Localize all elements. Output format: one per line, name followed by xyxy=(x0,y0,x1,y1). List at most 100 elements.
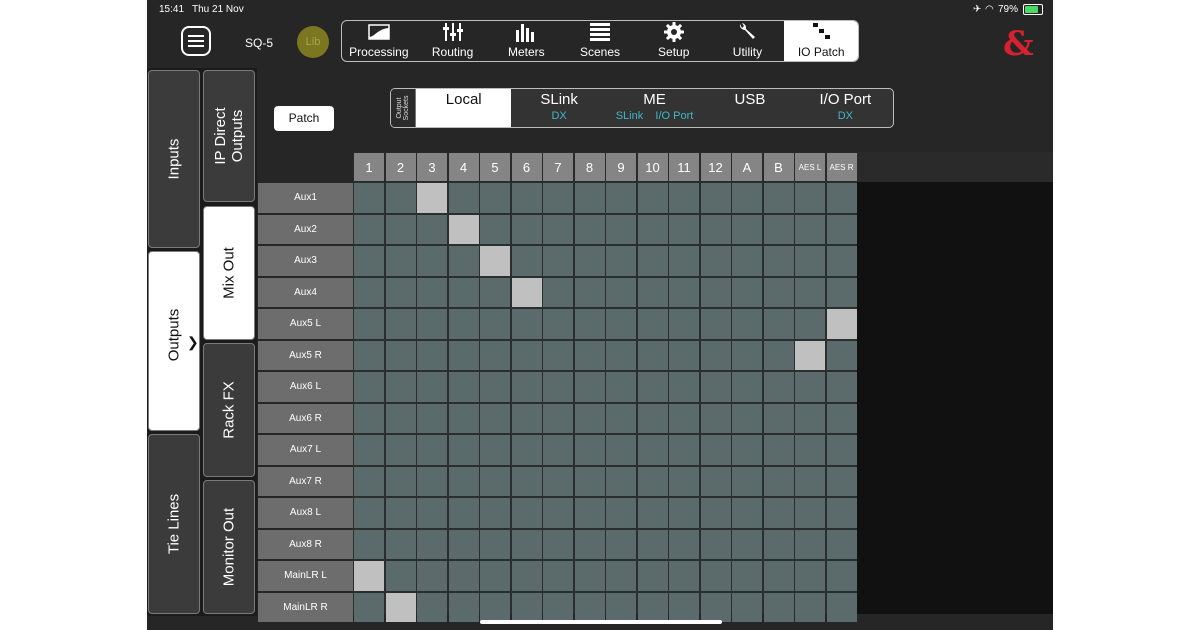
patch-cell[interactable] xyxy=(700,592,731,622)
patch-cell[interactable] xyxy=(700,214,731,244)
patch-cell[interactable] xyxy=(763,529,794,559)
patch-cell[interactable] xyxy=(637,277,668,307)
patch-cell[interactable] xyxy=(669,246,699,276)
patch-cell[interactable] xyxy=(574,466,605,496)
patch-cell[interactable] xyxy=(448,592,479,622)
patch-cell-active[interactable] xyxy=(826,309,857,339)
patch-cell[interactable] xyxy=(669,309,699,339)
patch-cell[interactable] xyxy=(511,372,542,402)
patch-cell[interactable] xyxy=(543,340,573,370)
patch-cell[interactable] xyxy=(700,466,731,496)
patch-cell[interactable] xyxy=(354,592,384,622)
patch-cell[interactable] xyxy=(669,466,699,496)
patch-cell[interactable] xyxy=(732,183,762,213)
patch-cell[interactable] xyxy=(574,277,605,307)
patch-cell[interactable] xyxy=(543,403,573,433)
patch-cell[interactable] xyxy=(795,183,825,213)
patch-cell[interactable] xyxy=(637,529,668,559)
patch-cell[interactable] xyxy=(826,435,857,465)
patch-cell[interactable] xyxy=(826,403,857,433)
patch-cell[interactable] xyxy=(511,246,542,276)
patch-cell[interactable] xyxy=(543,309,573,339)
patch-cell[interactable] xyxy=(354,529,384,559)
patch-cell[interactable] xyxy=(826,183,857,213)
patch-cell[interactable] xyxy=(669,277,699,307)
patch-cell[interactable] xyxy=(354,309,384,339)
patch-cell[interactable] xyxy=(606,498,636,528)
socket-tab-slink[interactable]: SLink DX xyxy=(511,89,606,127)
nav-tie-lines[interactable]: Tie Lines xyxy=(148,434,200,614)
patch-cell[interactable] xyxy=(606,561,636,591)
patch-cell[interactable] xyxy=(732,340,762,370)
patch-cell[interactable] xyxy=(732,529,762,559)
nav-inputs[interactable]: Inputs xyxy=(148,70,200,248)
socket-tab-me[interactable]: ME SLink I/O Port xyxy=(607,89,702,127)
patch-cell[interactable] xyxy=(417,529,447,559)
patch-cell[interactable] xyxy=(354,403,384,433)
patch-cell[interactable] xyxy=(763,435,794,465)
patch-cell[interactable] xyxy=(480,561,510,591)
patch-cell[interactable] xyxy=(795,529,825,559)
patch-cell[interactable] xyxy=(763,498,794,528)
patch-cell[interactable] xyxy=(354,372,384,402)
patch-button[interactable]: Patch xyxy=(274,106,334,131)
patch-cell[interactable] xyxy=(543,183,573,213)
patch-cell[interactable] xyxy=(732,498,762,528)
patch-cell[interactable] xyxy=(763,246,794,276)
patch-cell[interactable] xyxy=(669,529,699,559)
patch-cell[interactable] xyxy=(448,435,479,465)
patch-cell[interactable] xyxy=(417,466,447,496)
patch-cell[interactable] xyxy=(763,277,794,307)
patch-cell[interactable] xyxy=(826,561,857,591)
patch-cell[interactable] xyxy=(606,246,636,276)
patch-cell[interactable] xyxy=(795,561,825,591)
patch-cell[interactable] xyxy=(732,246,762,276)
patch-cell-active[interactable] xyxy=(511,277,542,307)
patch-cell[interactable] xyxy=(385,498,416,528)
patch-cell[interactable] xyxy=(574,592,605,622)
patch-cell[interactable] xyxy=(417,498,447,528)
patch-cell[interactable] xyxy=(669,214,699,244)
patch-cell[interactable] xyxy=(574,498,605,528)
patch-cell[interactable] xyxy=(511,214,542,244)
patch-cell[interactable] xyxy=(669,435,699,465)
patch-cell[interactable] xyxy=(385,435,416,465)
patch-cell[interactable] xyxy=(480,183,510,213)
patch-cell[interactable] xyxy=(511,592,542,622)
patch-cell[interactable] xyxy=(732,435,762,465)
nav-outputs[interactable]: Outputs ❯ xyxy=(148,251,200,431)
tab-routing[interactable]: Routing xyxy=(416,21,490,61)
patch-cell[interactable] xyxy=(606,466,636,496)
patch-cell[interactable] xyxy=(543,435,573,465)
patch-cell[interactable] xyxy=(354,214,384,244)
patch-cell[interactable] xyxy=(606,435,636,465)
patch-cell[interactable] xyxy=(417,277,447,307)
patch-cell[interactable] xyxy=(637,309,668,339)
patch-cell[interactable] xyxy=(480,214,510,244)
patch-cell[interactable] xyxy=(480,529,510,559)
patch-cell[interactable] xyxy=(574,340,605,370)
patch-cell[interactable] xyxy=(448,498,479,528)
patch-cell[interactable] xyxy=(763,309,794,339)
patch-cell[interactable] xyxy=(417,403,447,433)
patch-cell[interactable] xyxy=(417,372,447,402)
patch-cell[interactable] xyxy=(543,466,573,496)
socket-tab-local[interactable]: Local xyxy=(416,89,512,127)
patch-cell[interactable] xyxy=(354,435,384,465)
patch-cell[interactable] xyxy=(354,340,384,370)
patch-cell[interactable] xyxy=(637,340,668,370)
patch-cell-active[interactable] xyxy=(795,340,825,370)
patch-cell[interactable] xyxy=(669,183,699,213)
patch-cell[interactable] xyxy=(354,277,384,307)
patch-cell[interactable] xyxy=(795,372,825,402)
patch-cell[interactable] xyxy=(448,340,479,370)
tab-utility[interactable]: Utility xyxy=(711,21,785,61)
patch-cell[interactable] xyxy=(480,309,510,339)
socket-tab-usb[interactable]: USB xyxy=(702,89,797,127)
patch-cell[interactable] xyxy=(574,246,605,276)
patch-cell[interactable] xyxy=(511,403,542,433)
patch-cell[interactable] xyxy=(606,372,636,402)
patch-cell-active[interactable] xyxy=(417,183,447,213)
patch-cell[interactable] xyxy=(826,372,857,402)
patch-cell[interactable] xyxy=(574,529,605,559)
